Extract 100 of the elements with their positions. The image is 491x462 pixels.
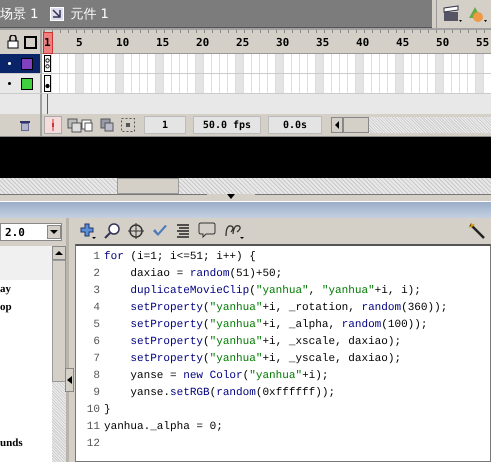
crosshair-icon[interactable] [127, 222, 145, 240]
playhead[interactable] [43, 32, 53, 54]
scroll-thumb[interactable] [52, 260, 66, 382]
frame-number: 5 [76, 36, 83, 49]
speech-bubble-icon[interactable] [197, 222, 217, 240]
action-keyframe-icon [45, 56, 50, 70]
list-section-header [0, 246, 52, 280]
code-line: duplicateMovieClip("yanhua", "yanhua"+i, i); [129, 284, 421, 296]
symbol-icon [50, 6, 64, 20]
visibility-dot[interactable] [8, 62, 11, 65]
breadcrumb-item[interactable]: 场景 1 [0, 4, 38, 22]
debug-icon[interactable] [223, 222, 245, 240]
frame-cell[interactable] [476, 54, 484, 73]
format-lines-icon[interactable] [175, 222, 191, 240]
center-frame-icon[interactable] [44, 116, 62, 134]
line-number: 10 [86, 404, 101, 416]
frame-cell[interactable] [396, 54, 404, 73]
frame-cell[interactable] [436, 54, 444, 73]
elapsed-time-field: 0.0s [268, 116, 322, 134]
vertical-scrollbar[interactable] [52, 246, 66, 462]
code-line: } [104, 404, 111, 416]
frame-cell[interactable] [276, 74, 284, 93]
frame-cell[interactable] [236, 54, 244, 73]
onion-markers-icon[interactable] [119, 116, 137, 134]
frame-number: 35 [316, 36, 330, 49]
frame-cell[interactable] [356, 74, 364, 93]
line-number: 1 [92, 250, 101, 262]
frame-cell[interactable] [356, 54, 364, 73]
frame-number: 50 [436, 36, 450, 49]
frame-cell[interactable] [156, 54, 164, 73]
horizontal-scrollbar[interactable] [331, 117, 491, 133]
frame-cell[interactable] [436, 74, 444, 93]
current-frame-field: 1 [144, 116, 186, 134]
frame-number: 25 [236, 36, 250, 49]
frame-number: 20 [196, 36, 210, 49]
frame-number: 10 [116, 36, 130, 49]
layer-color-swatch[interactable] [21, 58, 33, 70]
frame-cell[interactable] [316, 74, 324, 93]
frame-cell[interactable] [316, 54, 324, 73]
frame-number: 55 [476, 36, 490, 49]
frame-cell[interactable] [156, 74, 164, 93]
action-item[interactable]: ay [0, 280, 52, 298]
frame-cell[interactable] [196, 54, 204, 73]
outline-icon[interactable] [24, 36, 37, 48]
scroll-up-icon [52, 246, 66, 260]
frame-cell[interactable] [236, 74, 244, 93]
version-dropdown[interactable]: 2.0 [0, 223, 62, 241]
line-number: 9 [92, 386, 101, 398]
code-line: setProperty("yanhua"+i, _xscale, daxiao); [129, 336, 402, 348]
keyframe-dot-icon [45, 83, 50, 89]
scroll-left-icon[interactable] [331, 117, 343, 133]
scroll-thumb[interactable] [343, 117, 369, 133]
onion-skin-icon[interactable] [65, 116, 95, 134]
edit-frames-icon[interactable] [98, 116, 116, 134]
line-number: 8 [92, 370, 101, 382]
code-line: yanhua._alpha = 0; [104, 420, 223, 432]
line-number: 5 [92, 318, 101, 330]
layer-color-swatch[interactable] [21, 78, 33, 90]
trash-icon[interactable] [18, 118, 32, 132]
frame-cell[interactable] [396, 74, 404, 93]
panel-splitter[interactable] [117, 178, 179, 194]
code-line: for (i=1; i<=51; i++) { [104, 250, 256, 262]
line-number: 4 [92, 302, 101, 314]
code-line: yanse = new Color("yanhua"+i); [129, 370, 328, 382]
frame-cell[interactable] [196, 74, 204, 93]
lock-icon[interactable] [7, 35, 19, 49]
keyframe[interactable] [44, 55, 51, 72]
find-icon[interactable] [103, 222, 121, 240]
frame-ruler[interactable]: 1 5 10 15 20 25 30 35 40 45 50 55 [42, 30, 491, 54]
frame-number: 1 [44, 36, 51, 49]
left-arrow-icon [67, 376, 72, 384]
frame-number: 40 [356, 36, 370, 49]
keyframe[interactable] [44, 75, 51, 92]
action-item[interactable]: unds [0, 434, 52, 452]
clapperboard-icon[interactable] [441, 4, 463, 24]
magic-wand-icon[interactable] [467, 222, 487, 240]
code-line: setProperty("yanhua"+i, _yscale, daxiao); [129, 352, 402, 364]
frame-cell[interactable] [276, 54, 284, 73]
code-line: setProperty("yanhua"+i, _alpha, random(100)); [129, 318, 428, 330]
playhead-line [47, 94, 48, 114]
line-number: 6 [92, 336, 101, 348]
frame-rate-field: 50.0 fps [193, 116, 261, 134]
visibility-dot[interactable] [8, 82, 11, 85]
code-line: daxiao = random(51)+50; [129, 268, 282, 280]
frame-cell[interactable] [116, 54, 124, 73]
code-editor[interactable] [75, 244, 491, 462]
frame-number: 45 [396, 36, 410, 49]
add-icon[interactable] [79, 222, 97, 240]
breadcrumb-item[interactable]: 元件 1 [70, 4, 109, 22]
frame-cell[interactable] [116, 74, 124, 93]
layer-row[interactable] [0, 54, 42, 74]
frame-cell[interactable] [476, 74, 484, 93]
down-arrow-icon [227, 194, 235, 199]
line-number: 3 [92, 284, 101, 296]
frame-cell[interactable] [76, 74, 84, 93]
action-item[interactable]: op [0, 298, 52, 316]
frame-cell[interactable] [76, 54, 84, 73]
frame-number: 30 [276, 36, 290, 49]
collapse-side-button[interactable] [65, 368, 74, 392]
layer-row[interactable] [0, 74, 42, 94]
